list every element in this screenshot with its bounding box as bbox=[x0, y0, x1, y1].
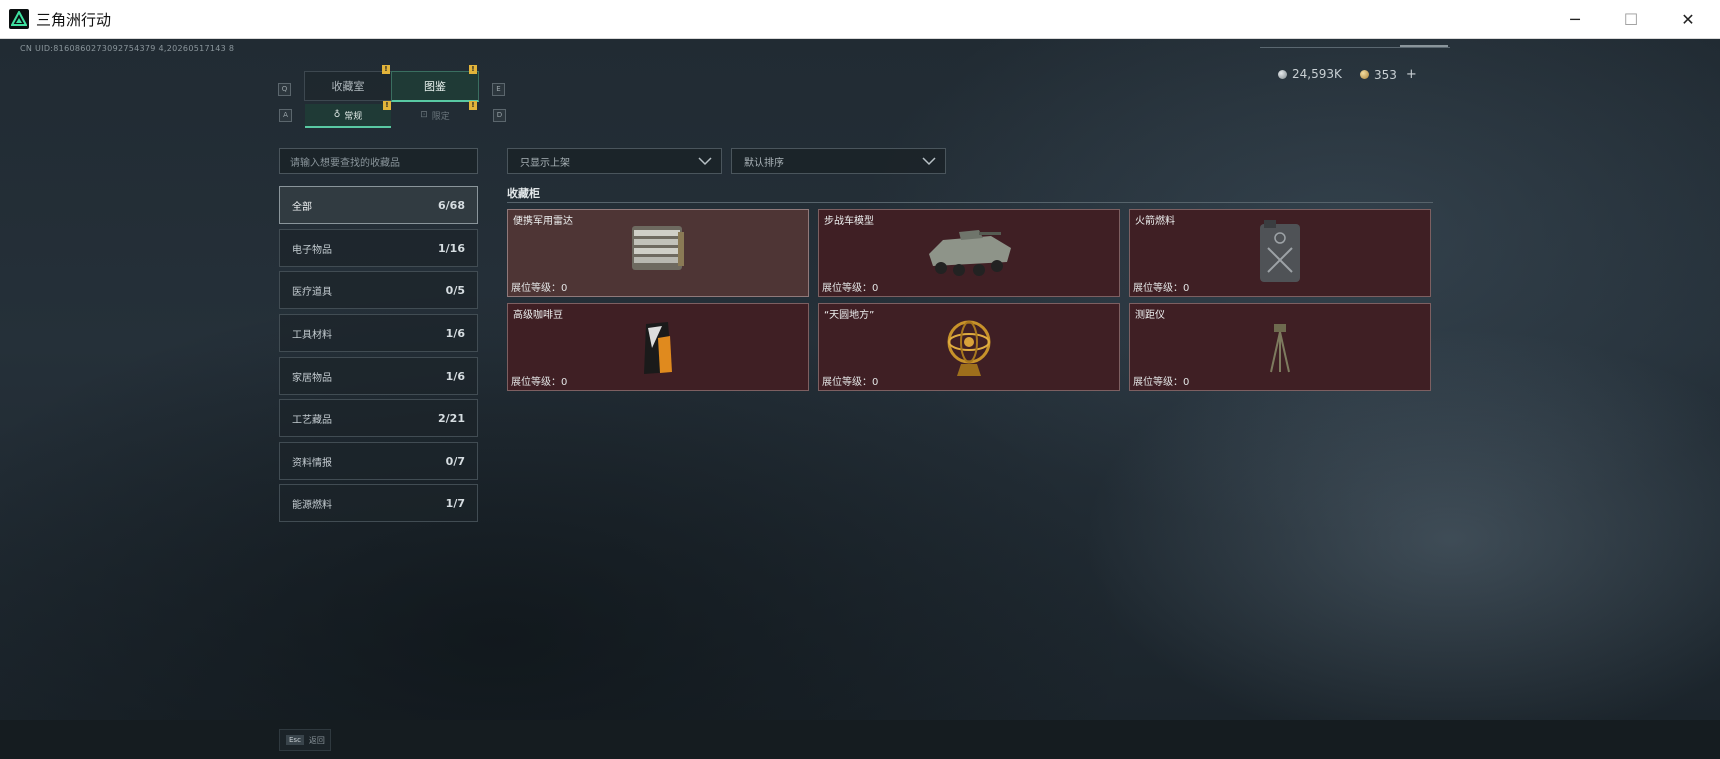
app-logo-icon bbox=[9, 9, 29, 29]
esc-key-icon: Esc bbox=[286, 735, 304, 745]
category-crafts[interactable]: 工艺藏品 2/21 bbox=[279, 399, 478, 437]
category-label: 电子物品 bbox=[292, 244, 332, 256]
subtab-regular[interactable]: ♁ 常规 bbox=[305, 104, 391, 128]
item-level: 展位等级：0 bbox=[1133, 377, 1190, 388]
key-hint-e: E bbox=[492, 83, 505, 96]
category-all[interactable]: 全部 6/68 bbox=[279, 186, 478, 224]
minimize-button[interactable]: ─ bbox=[1547, 0, 1603, 38]
gold-coin-icon bbox=[1360, 70, 1369, 79]
category-label: 全部 bbox=[292, 201, 312, 213]
game-viewport: CN UID:8160860273092754379 4,20260517143… bbox=[0, 39, 1720, 720]
category-count: 1/16 bbox=[438, 241, 465, 255]
item-level: 展位等级：0 bbox=[511, 283, 568, 294]
category-fuel[interactable]: 能源燃料 1/7 bbox=[279, 484, 478, 522]
category-label: 家居物品 bbox=[292, 372, 332, 384]
category-label: 医疗道具 bbox=[292, 286, 332, 298]
category-count: 1/6 bbox=[445, 326, 465, 340]
currency-tokens: 353 + bbox=[1360, 67, 1417, 82]
key-hint-a: A bbox=[279, 109, 292, 122]
back-label: 返回 bbox=[308, 735, 325, 745]
alert-badge: ! bbox=[383, 101, 391, 110]
chevron-down-icon bbox=[698, 157, 712, 166]
show-filter-dropdown[interactable]: 只显示上架 bbox=[507, 148, 722, 174]
category-count: 0/7 bbox=[445, 454, 465, 468]
flask-icon: ♁ bbox=[333, 110, 341, 120]
alert-badge: ! bbox=[382, 65, 390, 74]
sort-dropdown[interactable]: 默认排序 bbox=[731, 148, 946, 174]
back-button[interactable]: Esc 返回 bbox=[279, 729, 331, 751]
category-label: 工具材料 bbox=[292, 329, 332, 341]
search-placeholder: 请输入想要查找的收藏品 bbox=[290, 157, 400, 169]
top-divider-accent bbox=[1400, 45, 1448, 47]
category-count: 6/68 bbox=[438, 198, 465, 212]
category-label: 能源燃料 bbox=[292, 499, 332, 511]
item-level: 展位等级：0 bbox=[822, 377, 879, 388]
category-label: 资料情报 bbox=[292, 457, 332, 469]
item-card[interactable]: 高级咖啡豆 展位等级：0 bbox=[507, 303, 809, 391]
category-intel[interactable]: 资料情报 0/7 bbox=[279, 442, 478, 480]
category-count: 0/5 bbox=[445, 283, 465, 297]
category-household[interactable]: 家居物品 1/6 bbox=[279, 357, 478, 395]
item-name: 测距仪 bbox=[1135, 310, 1165, 321]
item-level: 展位等级：0 bbox=[822, 283, 879, 294]
window-title: 三角洲行动 bbox=[36, 11, 112, 29]
item-name: 便携军用雷达 bbox=[513, 216, 573, 227]
fuel-canister-icon bbox=[1260, 220, 1300, 282]
alert-badge: ! bbox=[469, 101, 477, 110]
tab-catalog-label: 图鉴 bbox=[424, 80, 446, 93]
category-count: 2/21 bbox=[438, 411, 465, 425]
category-medical[interactable]: 医疗道具 0/5 bbox=[279, 271, 478, 309]
top-divider bbox=[1260, 47, 1450, 48]
item-card[interactable]: 便携军用雷达 展位等级：0 bbox=[507, 209, 809, 297]
category-label: 工艺藏品 bbox=[292, 414, 332, 426]
armillary-sphere-icon bbox=[947, 320, 991, 376]
coffee-bag-icon bbox=[644, 322, 672, 374]
chevron-down-icon bbox=[922, 157, 936, 166]
rangefinder-icon bbox=[1270, 324, 1290, 373]
limited-icon: ⊡ bbox=[420, 110, 428, 120]
search-input[interactable]: 请输入想要查找的收藏品 bbox=[279, 148, 478, 174]
tab-collection-room[interactable]: 收藏室 bbox=[304, 71, 392, 101]
section-divider bbox=[507, 202, 1433, 203]
item-level: 展位等级：0 bbox=[1133, 283, 1190, 294]
tab-catalog[interactable]: 图鉴 bbox=[391, 71, 479, 102]
currency-coins: 24,593K bbox=[1278, 67, 1342, 81]
ifv-model-icon bbox=[929, 230, 1011, 276]
item-card[interactable]: “天圆地方” 展位等级：0 bbox=[818, 303, 1120, 391]
window-title-bar: 三角洲行动 ─ ☐ ✕ bbox=[0, 0, 1720, 39]
section-title: 收藏柜 bbox=[507, 187, 540, 200]
subtab-limited[interactable]: ⊡ 限定 bbox=[392, 104, 478, 126]
subtab-regular-label: 常规 bbox=[344, 111, 363, 122]
key-hint-d: D bbox=[493, 109, 506, 122]
sort-value: 默认排序 bbox=[744, 157, 784, 169]
item-card[interactable]: 测距仪 展位等级：0 bbox=[1129, 303, 1431, 391]
category-electronics[interactable]: 电子物品 1/16 bbox=[279, 229, 478, 267]
item-name: 高级咖啡豆 bbox=[513, 310, 563, 321]
item-card[interactable]: 步战车模型 展位等级：0 bbox=[818, 209, 1120, 297]
add-currency-button[interactable]: + bbox=[1406, 67, 1417, 82]
item-card[interactable]: 火箭燃料 展位等级：0 bbox=[1129, 209, 1431, 297]
bottom-bar: Esc 返回 bbox=[0, 720, 1720, 759]
category-tools[interactable]: 工具材料 1/6 bbox=[279, 314, 478, 352]
key-hint-q: Q bbox=[278, 83, 291, 96]
alert-badge: ! bbox=[469, 65, 477, 74]
maximize-button[interactable]: ☐ bbox=[1603, 0, 1659, 38]
show-filter-value: 只显示上架 bbox=[520, 157, 570, 169]
radar-icon bbox=[632, 226, 684, 270]
item-name: “天圆地方” bbox=[824, 310, 875, 321]
user-uid: CN UID:8160860273092754379 4,20260517143… bbox=[20, 44, 235, 53]
subtab-limited-label: 限定 bbox=[431, 111, 450, 122]
currency-coins-value: 24,593K bbox=[1292, 67, 1342, 81]
silver-coin-icon bbox=[1278, 69, 1287, 79]
close-button[interactable]: ✕ bbox=[1660, 0, 1716, 38]
item-level: 展位等级：0 bbox=[511, 377, 568, 388]
currency-tokens-value: 353 bbox=[1374, 67, 1397, 82]
item-name: 步战车模型 bbox=[824, 216, 874, 227]
tab-collection-room-label: 收藏室 bbox=[331, 80, 365, 93]
item-name: 火箭燃料 bbox=[1135, 216, 1175, 227]
category-count: 1/7 bbox=[445, 496, 465, 510]
category-count: 1/6 bbox=[445, 369, 465, 383]
